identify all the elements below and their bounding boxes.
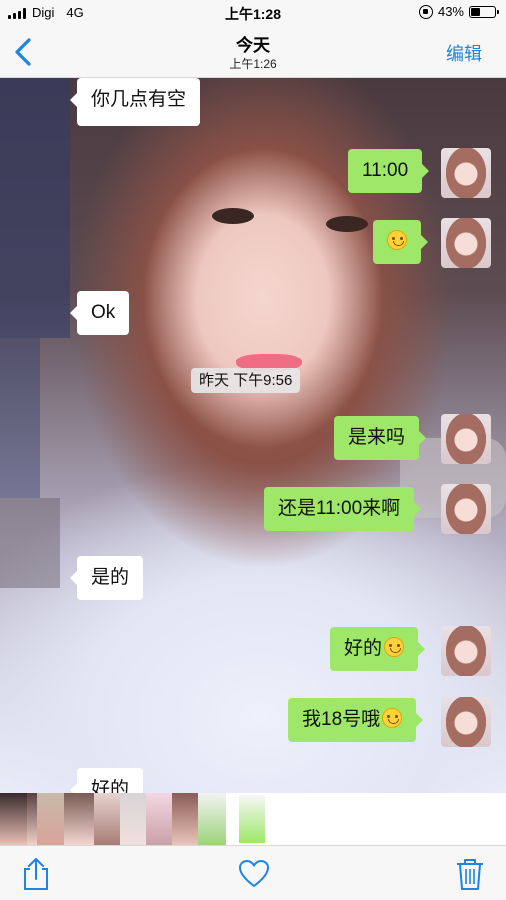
avatar[interactable] [441, 218, 491, 268]
thumbnail[interactable] [37, 793, 64, 845]
photo-viewer[interactable]: 你几点有空 11:00 Ok 是来吗 还是11:00来啊 是的 好的 我18号哦… [0, 78, 506, 793]
status-right: 43% [418, 4, 499, 19]
avatar[interactable] [441, 697, 491, 747]
message-text: 是的 [91, 567, 130, 588]
message-text: 是来吗 [348, 427, 406, 448]
battery-percent: 43% [437, 4, 464, 19]
background-streak [0, 78, 70, 338]
thumbnail[interactable] [146, 793, 172, 845]
message-out: 是来吗 [334, 416, 427, 460]
message-text: 你几点有空 [91, 89, 187, 110]
message-text: Ok [91, 302, 116, 323]
message-text: 11:00 [362, 160, 409, 181]
smiley-icon [382, 707, 403, 728]
message-out: 好的 [330, 627, 426, 671]
message-text: 好的 [344, 638, 383, 659]
message-text: 好的 [91, 779, 130, 793]
message-out: 11:00 [348, 149, 430, 193]
thumbnail[interactable] [198, 793, 226, 845]
avatar[interactable] [441, 148, 491, 198]
edit-button[interactable]: 编辑 [446, 40, 482, 66]
avatar[interactable] [441, 484, 491, 534]
message-in: 是的 [69, 556, 144, 600]
thumbnail[interactable] [172, 793, 198, 845]
share-icon[interactable] [20, 857, 52, 891]
message-out: 我18号哦 [288, 698, 424, 742]
battery-icon [469, 5, 499, 18]
message-timestamp: 昨天 下午9:56 [191, 368, 301, 393]
nav-bar: 今天 上午1:26 编辑 [0, 26, 506, 78]
bottom-toolbar [0, 845, 506, 900]
background-streak [0, 338, 40, 498]
message-out [373, 220, 428, 264]
battery-fill [471, 7, 480, 16]
status-bar: Digi 4G 上午1:28 43% [0, 0, 506, 26]
message-text: 还是11:00来啊 [278, 498, 401, 519]
page-title: 今天 [236, 36, 270, 55]
thumbnail-strip[interactable] [0, 793, 506, 845]
message-in: 好的 [69, 768, 144, 793]
message-out: 还是11:00来啊 [264, 487, 422, 531]
thumbnail[interactable] [120, 793, 146, 845]
message-in: 你几点有空 [69, 78, 201, 126]
heart-icon[interactable] [237, 857, 271, 891]
trash-icon[interactable] [455, 857, 485, 891]
orientation-lock-icon [418, 4, 433, 19]
thumbnail[interactable] [64, 793, 94, 845]
smiley-icon [384, 636, 405, 657]
background-streak [0, 498, 60, 588]
avatar[interactable] [441, 414, 491, 464]
thumbnail[interactable] [94, 793, 120, 845]
page-subtitle: 上午1:26 [229, 57, 277, 71]
thumbnail[interactable] [0, 793, 27, 845]
avatar[interactable] [441, 626, 491, 676]
message-in: Ok [69, 291, 130, 335]
photo-eye [326, 216, 368, 232]
photo-eye [212, 208, 254, 224]
thumbnail-selected[interactable] [237, 793, 267, 845]
smiley-icon [387, 229, 407, 250]
message-text: 我18号哦 [302, 709, 381, 730]
